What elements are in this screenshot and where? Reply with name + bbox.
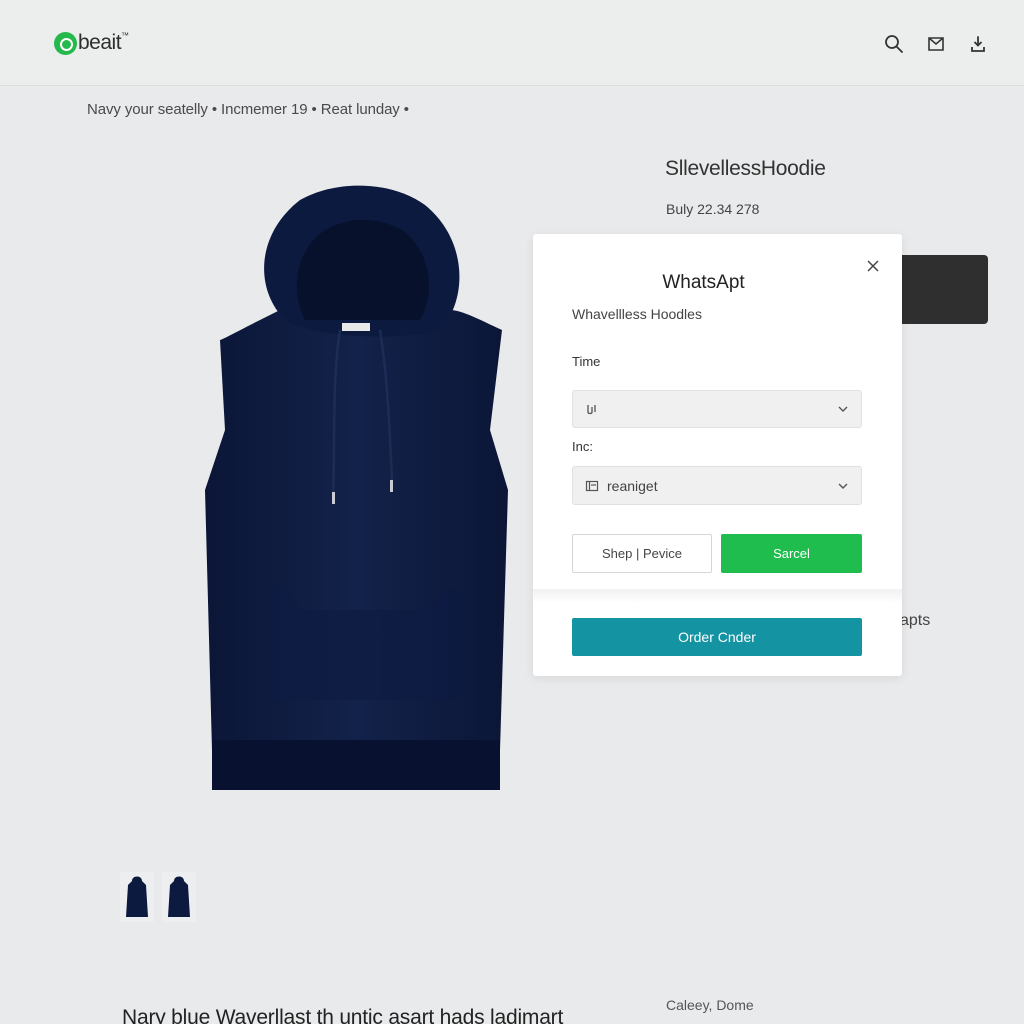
inc-select-value: reaniget bbox=[607, 477, 658, 494]
logo[interactable]: beait™ bbox=[54, 31, 129, 55]
field-label-inc: Inc: bbox=[572, 439, 593, 454]
product-description: Nary blue Waverllast th untic asart hads… bbox=[122, 1006, 564, 1024]
modal-dialog: WhatsApt Whavellless Hoodles Time Inc: r… bbox=[533, 234, 902, 676]
cart-icon[interactable] bbox=[926, 34, 946, 54]
logo-icon bbox=[54, 31, 77, 55]
time-select[interactable] bbox=[572, 390, 862, 428]
thumbnail-strip bbox=[120, 872, 196, 922]
bottom-right-text: Caleey, Dome bbox=[666, 997, 754, 1013]
clip-icon bbox=[587, 405, 596, 415]
close-button[interactable] bbox=[863, 256, 883, 276]
account-icon[interactable] bbox=[968, 34, 988, 54]
dark-card[interactable] bbox=[895, 255, 988, 324]
hoodie-thumbnail-icon bbox=[168, 876, 190, 917]
chevron-down-icon bbox=[838, 406, 848, 412]
thumbnail[interactable] bbox=[120, 872, 154, 922]
header-actions bbox=[884, 34, 988, 54]
order-button[interactable]: Order Cnder bbox=[572, 618, 862, 656]
cancel-button[interactable]: Sarcel bbox=[721, 534, 862, 573]
chevron-down-icon bbox=[838, 483, 848, 489]
modal-subtitle: Whavellless Hoodles bbox=[572, 306, 702, 322]
breadcrumb[interactable]: Navy your seatelly • Incmemer 19 • Reat … bbox=[87, 101, 409, 118]
hoodie-thumbnail-icon bbox=[126, 876, 148, 917]
shop-device-button[interactable]: Shep | Pevice bbox=[572, 534, 712, 573]
thumbnail[interactable] bbox=[162, 872, 196, 922]
close-icon bbox=[867, 260, 879, 272]
logo-text: beait™ bbox=[78, 31, 129, 54]
product-title: SllevellessHoodie bbox=[665, 157, 826, 180]
field-label-time: Time bbox=[572, 354, 601, 369]
inc-select[interactable]: reaniget bbox=[572, 466, 862, 505]
list-icon bbox=[585, 480, 599, 491]
search-icon[interactable] bbox=[884, 34, 904, 54]
modal-title: WhatsApt bbox=[662, 272, 745, 293]
product-price: Buly 22.34 278 bbox=[666, 201, 760, 217]
product-image[interactable] bbox=[200, 180, 530, 800]
modal-divider bbox=[533, 589, 902, 603]
side-text: apts bbox=[900, 612, 931, 629]
site-header: beait™ bbox=[0, 0, 1024, 86]
